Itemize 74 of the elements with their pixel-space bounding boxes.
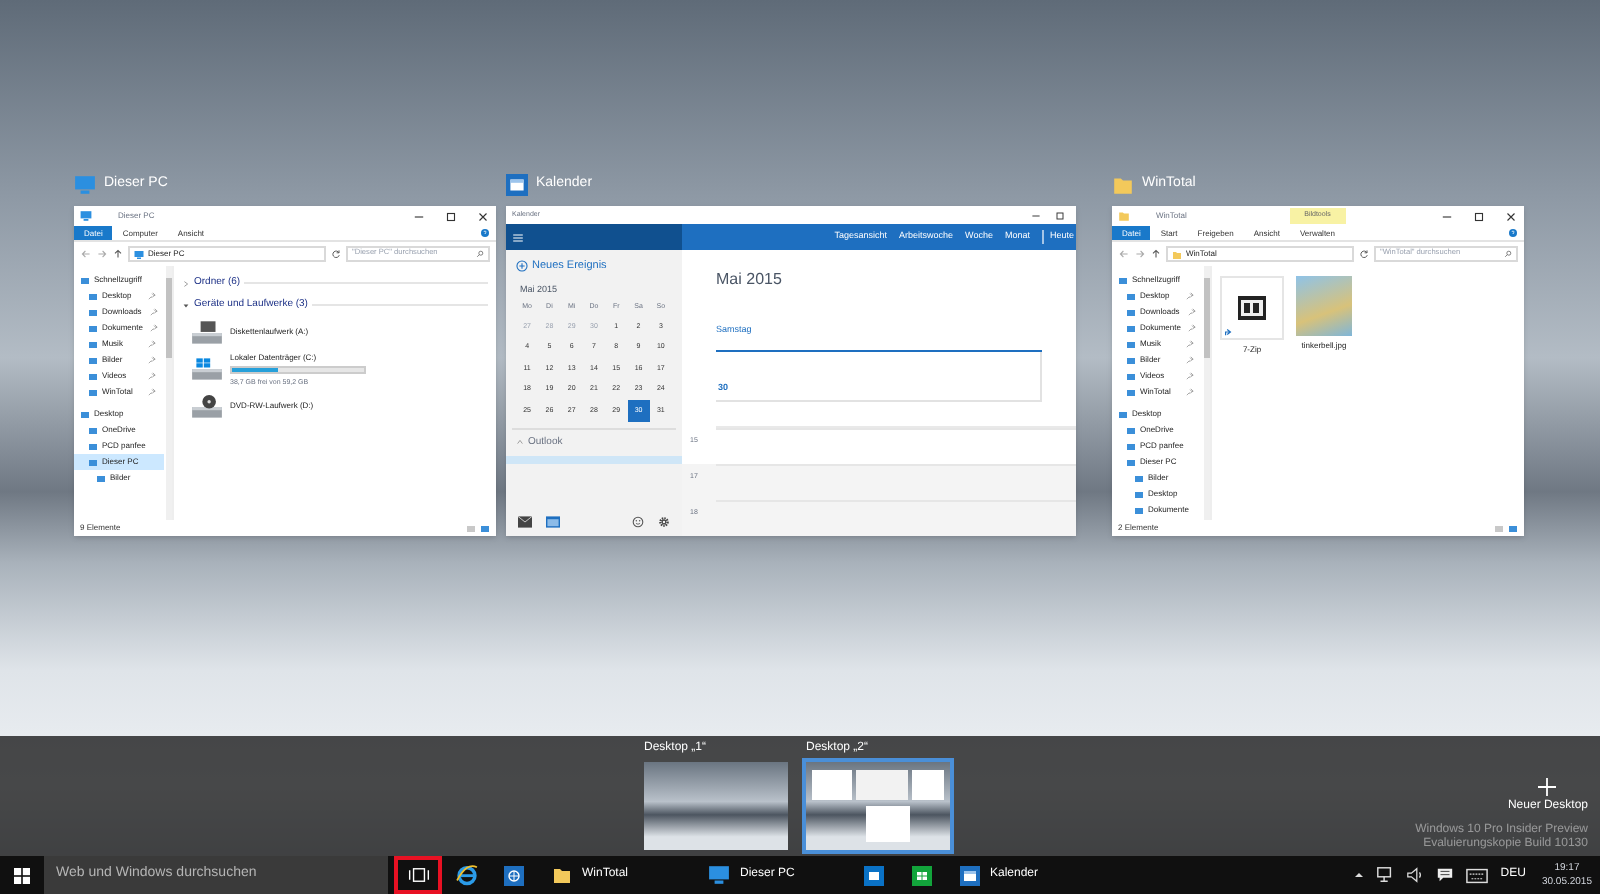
scrollbar-thumb[interactable] (1204, 278, 1210, 358)
refresh-icon[interactable] (1358, 248, 1370, 260)
image-thumbnail[interactable] (1296, 276, 1352, 336)
help-icon[interactable] (480, 228, 490, 238)
chevron-right-icon[interactable] (182, 279, 190, 287)
pin-icon[interactable] (1186, 292, 1194, 300)
calendar-app-icon[interactable] (506, 174, 528, 196)
pin-icon[interactable] (1186, 340, 1194, 348)
pin-icon[interactable] (1187, 308, 1196, 316)
back-arrow-icon[interactable] (80, 248, 92, 260)
tiles-view-icon[interactable] (1508, 523, 1518, 533)
globe-tile-icon (504, 865, 524, 885)
hard-drive-icon (190, 356, 224, 383)
calendar-tile-icon (960, 865, 980, 885)
pin-icon[interactable] (148, 340, 156, 348)
menu-icon[interactable] (512, 231, 524, 243)
file-tile[interactable] (1220, 276, 1284, 340)
search-icon[interactable] (476, 250, 484, 258)
close-icon[interactable] (476, 209, 490, 223)
message-icon[interactable] (1436, 866, 1455, 884)
calendar-icon[interactable] (546, 516, 560, 528)
keyboard-icon[interactable] (1466, 867, 1489, 883)
back-arrow-icon[interactable] (1118, 248, 1130, 260)
caret-up-icon[interactable] (1354, 870, 1365, 880)
close-icon[interactable] (1504, 209, 1518, 223)
chevron-down-icon[interactable] (182, 301, 190, 309)
pin-icon[interactable] (148, 292, 156, 300)
shortcut-arrow-icon (1224, 328, 1232, 336)
pin-icon[interactable] (148, 356, 156, 364)
speaker-icon[interactable] (1406, 866, 1425, 884)
up-arrow-icon[interactable] (112, 248, 124, 260)
maximize-icon[interactable] (1054, 209, 1066, 221)
calendar-heading: Mai 2015 (714, 268, 784, 292)
settings-icon[interactable] (658, 516, 670, 528)
pin-icon[interactable] (1186, 356, 1194, 364)
monitor-icon (708, 864, 730, 886)
windows-logo-icon (14, 867, 30, 883)
desktop-thumbnail[interactable] (644, 762, 788, 850)
help-icon[interactable] (1508, 228, 1518, 238)
pin-icon[interactable] (149, 308, 158, 316)
desktop-thumbnail[interactable] (806, 762, 950, 850)
up-arrow-icon[interactable] (1150, 248, 1162, 260)
smiley-icon[interactable] (632, 516, 644, 528)
monitor-icon (80, 210, 92, 222)
floppy-drive-icon (190, 319, 224, 345)
task-view-button[interactable] (394, 856, 442, 894)
network-icon[interactable] (1376, 866, 1395, 884)
maximize-icon[interactable] (444, 209, 458, 223)
task-view-icon (407, 868, 429, 882)
search-icon[interactable] (1504, 250, 1512, 258)
tiles-view-icon[interactable] (480, 523, 490, 533)
plus-circle-icon (516, 260, 528, 273)
monitor-icon (74, 174, 96, 196)
minimize-icon[interactable] (1030, 209, 1042, 221)
pin-icon[interactable] (148, 388, 156, 396)
pin-icon[interactable] (150, 324, 159, 332)
forward-arrow-icon[interactable] (96, 248, 108, 260)
forward-arrow-icon[interactable] (1134, 248, 1146, 260)
calendar-window[interactable] (506, 206, 1076, 536)
mail-icon[interactable] (518, 516, 532, 528)
monitor-icon (134, 249, 144, 259)
pin-icon[interactable] (1186, 388, 1194, 396)
archive-app-icon (1238, 296, 1266, 320)
dvd-drive-icon (190, 393, 224, 420)
pin-icon[interactable] (148, 372, 156, 380)
scrollbar-thumb[interactable] (166, 278, 172, 358)
pin-icon[interactable] (1186, 372, 1194, 380)
maximize-icon[interactable] (1472, 209, 1486, 223)
pin-icon[interactable] (1188, 324, 1197, 332)
mail-tile-icon (864, 865, 884, 885)
plus-icon (1538, 778, 1557, 796)
refresh-icon[interactable] (330, 248, 342, 260)
spreadsheet-tile-icon (912, 865, 932, 885)
browser-e-icon (455, 864, 477, 886)
